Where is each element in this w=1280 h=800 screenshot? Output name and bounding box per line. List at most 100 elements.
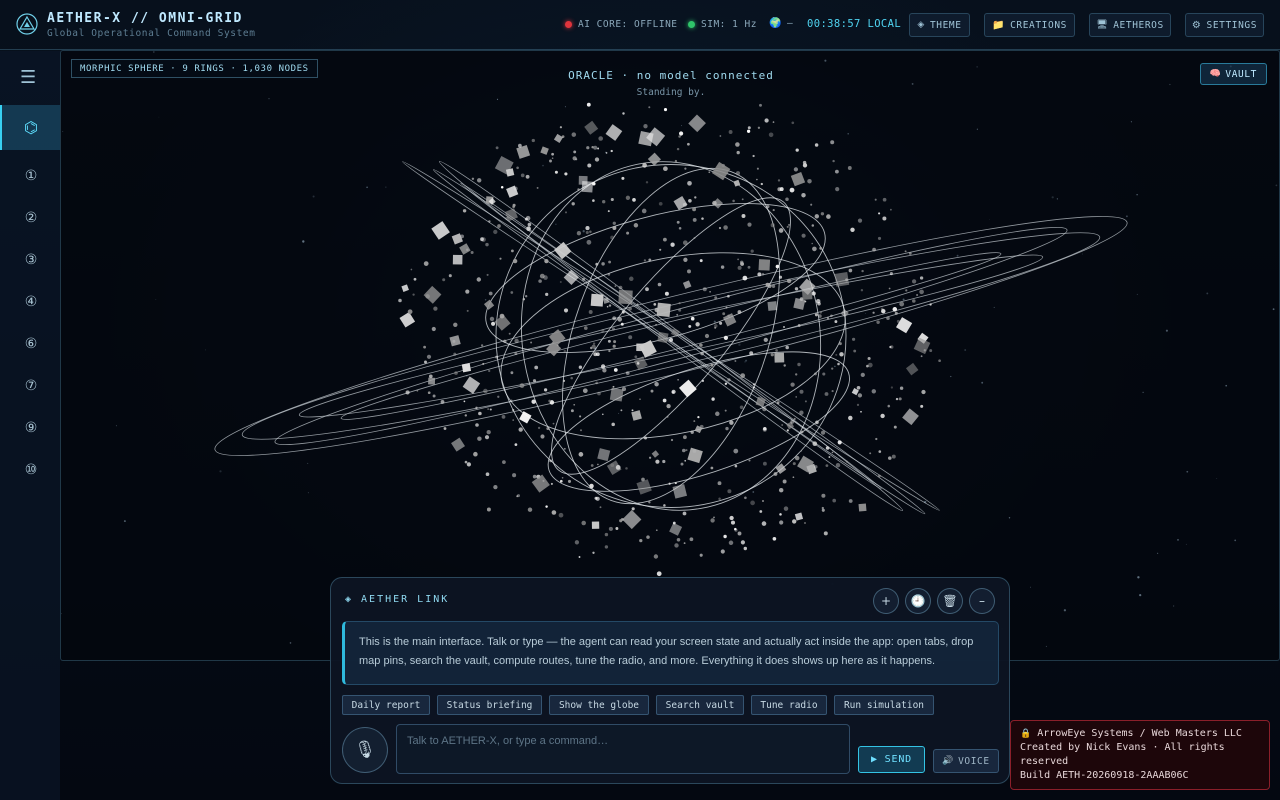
sphere-node	[887, 404, 891, 408]
hexagon-icon: ⌬	[24, 118, 38, 137]
sphere-node	[534, 365, 539, 370]
sphere-node	[610, 197, 614, 202]
sphere-node	[777, 179, 781, 182]
sphere-node	[586, 239, 592, 245]
rail-item-10[interactable]: ⑩	[0, 462, 62, 478]
star	[1186, 470, 1189, 473]
sphere-viewport[interactable]: MORPHIC SPHERE · 9 RINGS · 1,030 NODES O…	[60, 50, 1280, 661]
sphere-node	[727, 294, 730, 298]
sphere-node	[759, 103, 762, 107]
sphere-node	[826, 214, 831, 219]
sphere-node	[710, 518, 715, 523]
star	[824, 59, 827, 62]
microphone-icon[interactable]: 🎙	[342, 727, 388, 773]
local-clock: 00:38:57 LOCAL	[807, 18, 902, 30]
sphere-node	[838, 342, 842, 346]
sphere-node	[512, 203, 516, 207]
rail-item-4[interactable]: ④	[0, 294, 62, 310]
sphere-node	[723, 313, 737, 327]
sphere-node	[892, 307, 898, 312]
sphere-node	[559, 479, 563, 483]
sphere-node	[802, 160, 807, 165]
rail-item-7[interactable]: ⑦	[0, 378, 62, 394]
sphere-node	[881, 308, 886, 314]
sphere-node	[920, 355, 923, 358]
sphere-node	[620, 322, 624, 326]
sphere-node	[571, 132, 577, 137]
rail-item-1[interactable]: ①	[0, 168, 62, 184]
sphere-node	[718, 226, 722, 230]
sphere-node	[597, 463, 599, 466]
ai-core-label: AI CORE: OFFLINE	[578, 19, 678, 30]
rail-item-sphere[interactable]: ⌬	[0, 105, 60, 150]
sphere-node	[812, 246, 817, 252]
send-button[interactable]: ▶ SEND	[858, 746, 925, 773]
command-input[interactable]	[396, 724, 850, 774]
sphere-node	[615, 527, 619, 530]
sphere-node	[867, 356, 871, 361]
sphere-node	[548, 399, 551, 403]
theme-button[interactable]: ◈ THEME	[909, 13, 970, 37]
sphere-node	[860, 288, 864, 292]
star	[713, 320, 716, 323]
sphere-node	[693, 236, 696, 240]
star	[1177, 539, 1179, 541]
sphere-node	[672, 521, 676, 525]
rail-item-2[interactable]: ②	[0, 210, 62, 226]
sphere-node	[938, 359, 941, 363]
sphere-node	[872, 311, 875, 314]
sphere-node	[480, 344, 484, 347]
settings-button[interactable]: ⚙ SETTINGS	[1185, 13, 1264, 37]
sphere-node	[774, 352, 785, 363]
sphere-node	[464, 414, 468, 417]
morphic-sphere-canvas[interactable]	[61, 51, 1280, 661]
suggestion-chip-daily-report[interactable]: Daily report	[342, 695, 430, 715]
sphere-node	[717, 481, 722, 486]
suggestion-chip-status-briefing[interactable]: Status briefing	[437, 695, 542, 715]
sphere-node	[916, 293, 919, 297]
star	[555, 223, 557, 225]
sphere-node	[682, 280, 692, 289]
sphere-node	[818, 314, 822, 318]
triangle-logo-icon	[16, 13, 38, 35]
creations-button[interactable]: 📁 CREATIONS	[984, 13, 1075, 37]
sphere-node	[592, 181, 596, 186]
sphere-node	[563, 308, 569, 313]
sphere-node	[500, 186, 504, 189]
sphere-node	[495, 146, 499, 150]
sphere-node	[407, 309, 413, 315]
sphere-node	[699, 343, 703, 347]
rail-item-9[interactable]: ⑨	[0, 420, 62, 436]
sphere-node	[607, 273, 611, 276]
rail-item-6[interactable]: ⑥	[0, 336, 62, 352]
sphere-node	[625, 467, 628, 470]
sphere-node	[905, 362, 919, 376]
suggestion-chip-run-simulation[interactable]: Run simulation	[834, 695, 934, 715]
trash-icon[interactable]: 🗑	[937, 588, 963, 614]
suggestion-chip-show-globe[interactable]: Show the globe	[549, 695, 649, 715]
sphere-node	[872, 247, 876, 252]
rail-item-3[interactable]: ③	[0, 252, 62, 268]
star	[155, 299, 157, 301]
aetheros-button[interactable]: 🖥 AETHEROS	[1089, 13, 1171, 37]
history-icon[interactable]: 🕘	[905, 588, 931, 614]
hamburger-menu-icon[interactable]: ☰	[20, 67, 36, 88]
vault-button[interactable]: 🧠 VAULT	[1199, 63, 1267, 85]
star	[61, 613, 62, 615]
sphere-node	[763, 427, 767, 431]
voice-button[interactable]: 🔊 VOICE	[933, 749, 999, 773]
sphere-node	[636, 362, 640, 365]
suggestion-chip-tune-radio[interactable]: Tune radio	[751, 695, 827, 715]
sphere-node	[755, 396, 766, 407]
add-icon[interactable]: +	[873, 588, 899, 614]
sphere-node	[757, 272, 762, 277]
star	[1206, 292, 1209, 295]
minimize-icon[interactable]: –	[969, 588, 995, 614]
sphere-node	[598, 136, 604, 141]
sphere-node	[648, 258, 652, 262]
star	[989, 218, 990, 220]
star	[219, 470, 222, 473]
suggestion-chip-search-vault[interactable]: Search vault	[656, 695, 744, 715]
sphere-node	[612, 316, 617, 321]
sphere-node	[398, 298, 402, 303]
